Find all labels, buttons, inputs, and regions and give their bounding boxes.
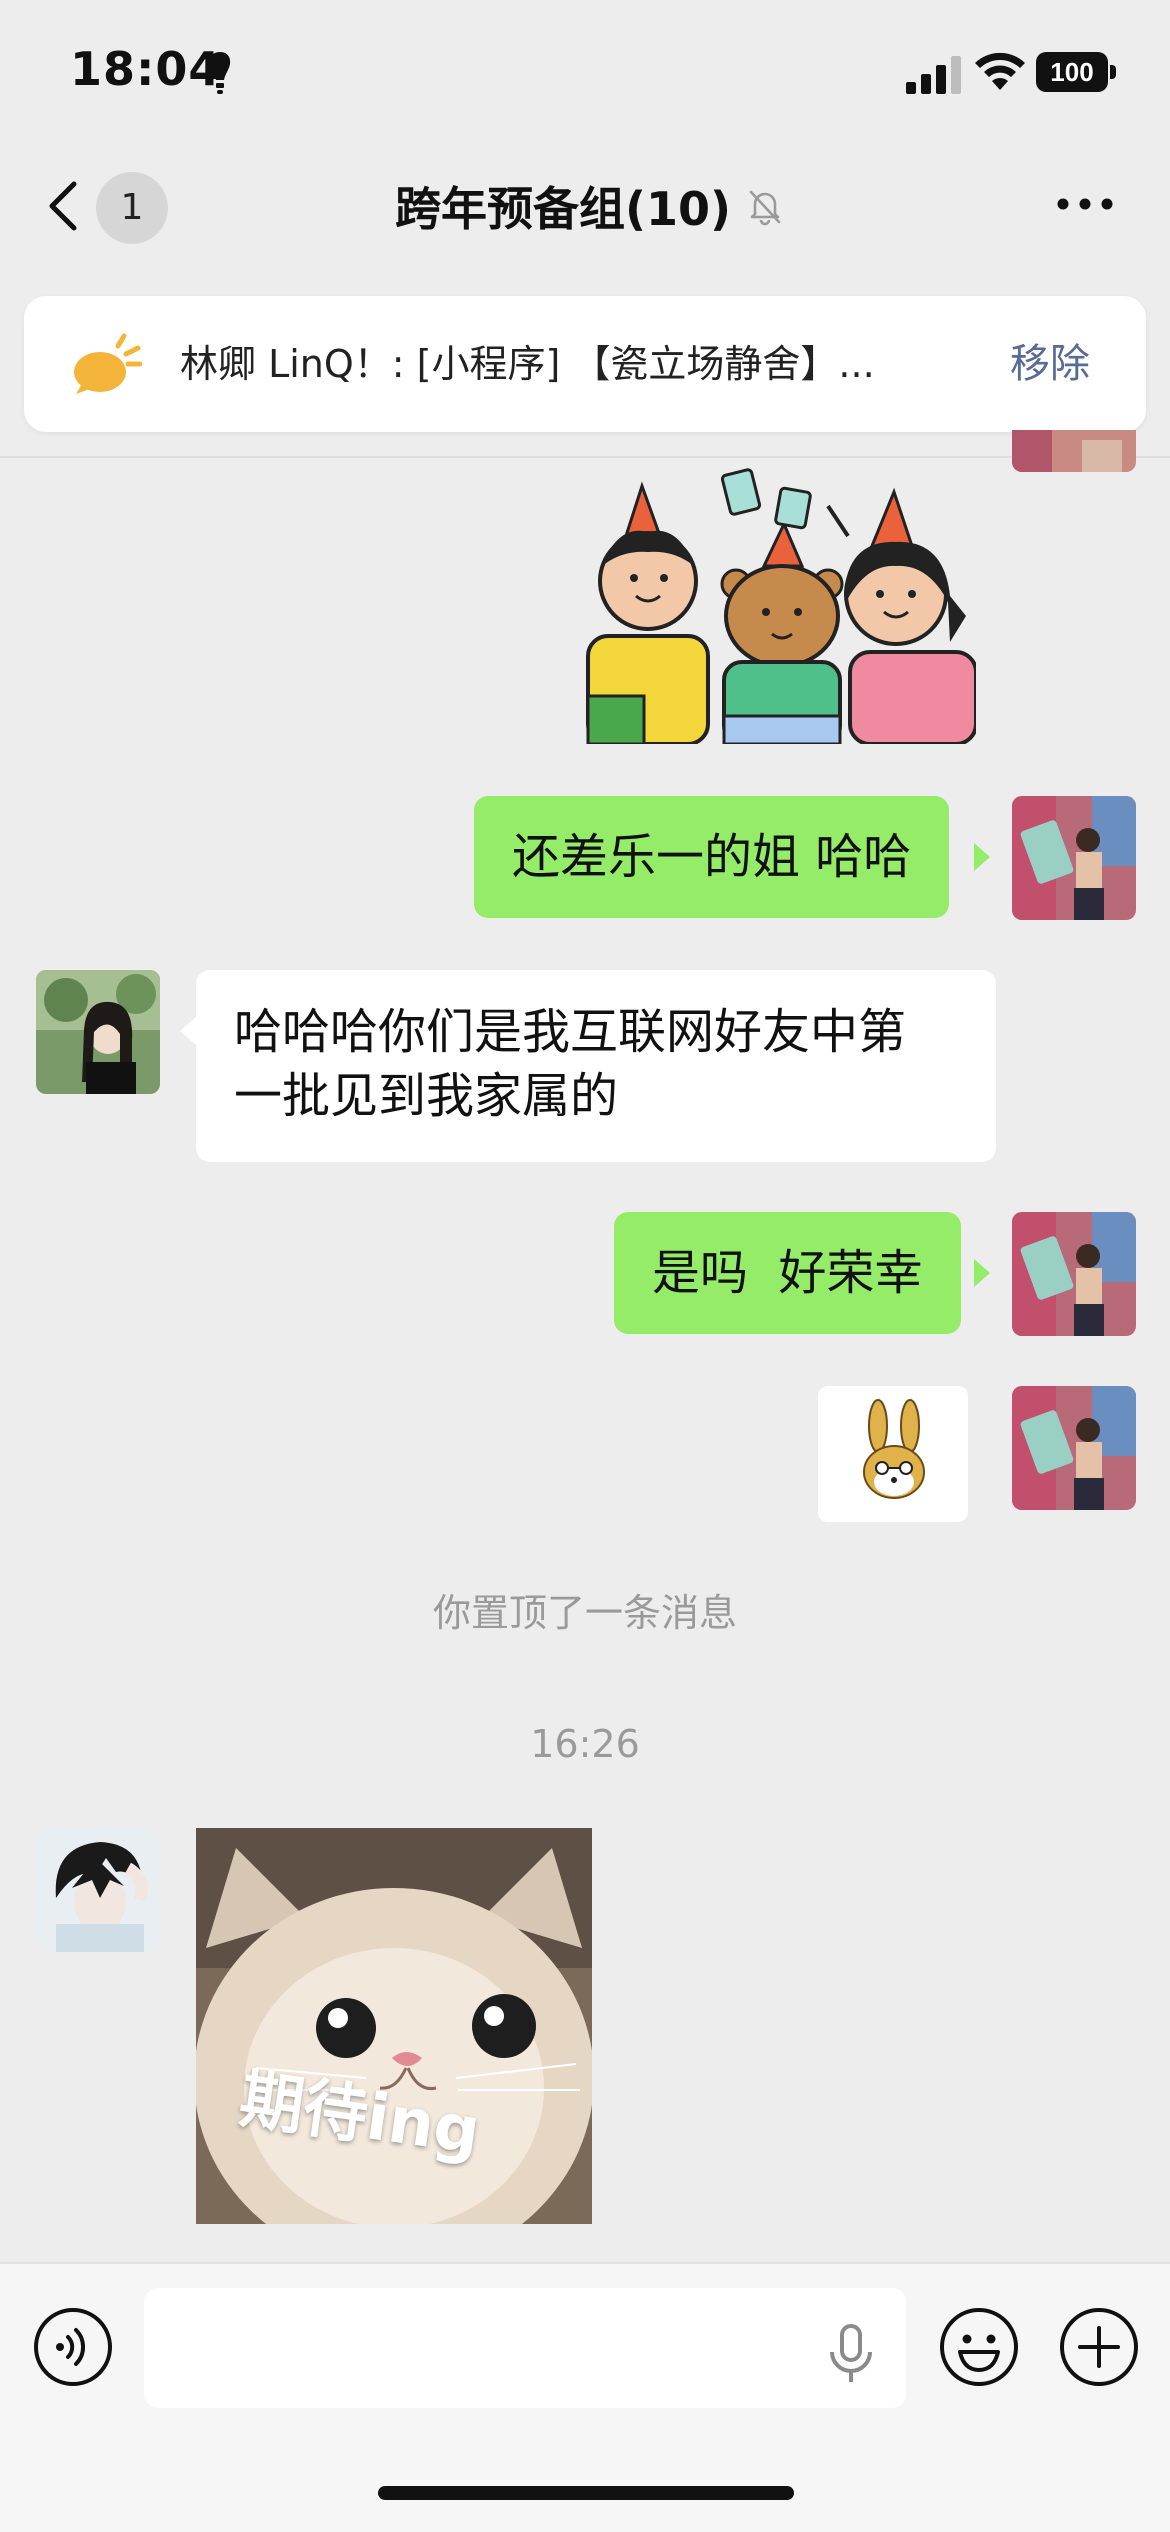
bubble-tail <box>180 1017 196 1045</box>
avatar-self[interactable] <box>1012 796 1136 920</box>
message-bubble-left[interactable]: 哈哈哈你们是我互联网好友中第 一批见到我家属的 <box>196 970 996 1162</box>
message-sticker-cat[interactable]: 期待ing <box>196 1828 592 2224</box>
home-indicator[interactable] <box>378 2486 794 2500</box>
nav-bar: 1 跨年预备组(10) <box>0 150 1170 262</box>
announcement-icon <box>74 333 142 394</box>
chevron-left-icon[interactable] <box>44 180 84 232</box>
message-input[interactable] <box>144 2288 906 2408</box>
message-sticker-party[interactable] <box>578 466 976 744</box>
bell-off-icon <box>749 190 781 226</box>
plus-icon[interactable] <box>1058 2306 1140 2388</box>
wifi-icon <box>975 52 1025 90</box>
header-divider <box>0 456 1170 458</box>
emoji-icon[interactable] <box>938 2306 1020 2388</box>
battery-cap <box>1110 65 1116 79</box>
timestamp: 16:26 <box>530 1722 640 1766</box>
message-text: 是吗 好荣幸 <box>652 1245 923 1301</box>
battery-level: 100 <box>1036 52 1108 92</box>
avatar-self[interactable] <box>1012 1386 1136 1510</box>
bubble-tail <box>974 843 990 871</box>
microphone-icon[interactable] <box>828 2324 874 2384</box>
bunny-sticker <box>863 1399 925 1499</box>
avatar-self-partial[interactable] <box>1012 430 1136 472</box>
system-pinned-notice: 你置顶了一条消息 <box>432 1591 737 1635</box>
avatar-self[interactable] <box>1012 1212 1136 1336</box>
voice-icon[interactable] <box>32 2306 114 2388</box>
message-sticker-bunny[interactable] <box>818 1386 968 1522</box>
remove-pinned-button[interactable]: 移除 <box>1010 334 1090 394</box>
status-bar: 18:04 100 <box>0 0 1170 150</box>
message-bubble-right[interactable]: 是吗 好荣幸 <box>614 1212 961 1334</box>
more-dots-icon[interactable] <box>1056 194 1114 214</box>
pinned-message-text[interactable]: 林卿 LinQ！: [小程序] 【瓷立场静舍】... <box>180 334 970 394</box>
chat-title[interactable]: 跨年预备组(10) <box>395 173 731 239</box>
avatar-friend-boy[interactable] <box>36 1828 160 1952</box>
status-time: 18:04 <box>70 42 222 96</box>
nav-title-wrap: 跨年预备组(10) <box>330 174 850 238</box>
cat-sticker <box>196 1828 592 2224</box>
party-friends-sticker <box>578 466 976 744</box>
pinned-message-bar[interactable]: 林卿 LinQ！: [小程序] 【瓷立场静舍】... 移除 <box>24 296 1146 432</box>
message-text-line: 一批见到我家属的 <box>234 1068 619 1124</box>
message-text: 还差乐一的姐 哈哈 <box>512 829 912 885</box>
avatar-friend-girl[interactable] <box>36 970 160 1094</box>
signal-icon <box>906 56 961 94</box>
unread-count-badge[interactable]: 1 <box>96 172 168 244</box>
bubble-tail <box>974 1259 990 1287</box>
battery-icon: 100 <box>1036 52 1116 92</box>
message-bubble-right[interactable]: 还差乐一的姐 哈哈 <box>474 796 950 918</box>
message-text-line: 哈哈哈你们是我互联网好友中第 <box>234 1004 907 1060</box>
bulb-icon <box>209 52 231 94</box>
